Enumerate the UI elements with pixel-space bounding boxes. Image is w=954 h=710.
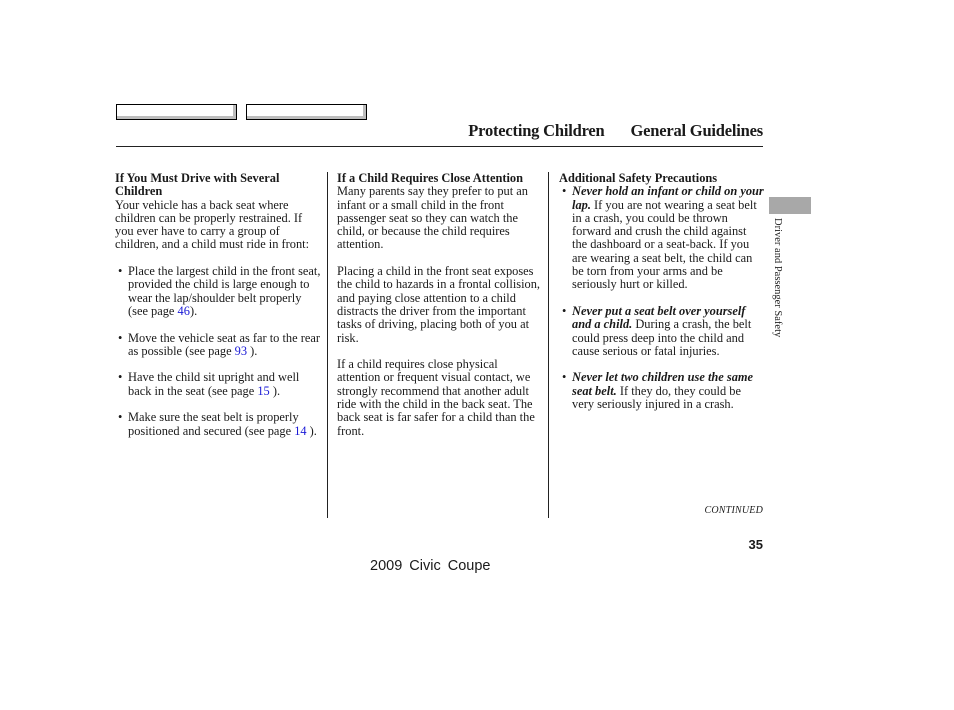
column-heading: If a Child Requires Close Attention xyxy=(337,171,523,185)
bullet-icon: • xyxy=(118,330,123,345)
bullet-icon: • xyxy=(118,370,123,385)
list-item: • Make sure the seat belt is properly po… xyxy=(118,410,317,438)
page-link[interactable]: 46 xyxy=(178,304,190,318)
header-rule xyxy=(116,146,763,147)
page-link[interactable]: 14 xyxy=(294,424,306,438)
page-link[interactable]: 93 xyxy=(235,344,247,358)
column-divider-2 xyxy=(548,172,549,518)
list-item: • Never hold an infant or child on your … xyxy=(562,184,764,292)
section-title: Protecting Children xyxy=(468,121,605,140)
column-several-children: If You Must Drive with Several Children … xyxy=(115,171,323,438)
page-link[interactable]: 15 xyxy=(257,384,269,398)
bullet-icon: • xyxy=(562,303,567,318)
section-tab-label: Driver and Passenger Safety xyxy=(772,218,783,338)
page-number: 35 xyxy=(748,537,763,552)
list-item: • Move the vehicle seat as far to the re… xyxy=(118,330,320,358)
column-close-attention: If a Child Requires Close Attention Many… xyxy=(337,171,543,438)
subsection-title: General Guidelines xyxy=(630,121,763,140)
bullet-icon: • xyxy=(562,184,567,199)
section-tab[interactable] xyxy=(769,197,811,214)
column-divider-1 xyxy=(327,172,328,518)
column-heading: Additional Safety Precautions xyxy=(559,171,718,185)
column-heading: If You Must Drive with Several Children xyxy=(115,171,280,199)
continued-label: CONTINUED xyxy=(704,505,763,516)
column-safety-precautions: Additional Safety Precautions • Never ho… xyxy=(559,171,764,412)
list-item: • Place the largest child in the front s… xyxy=(118,264,321,318)
page-header: Protecting Children General Guidelines xyxy=(468,121,763,141)
bullet-icon: • xyxy=(562,370,567,385)
bullet-icon: • xyxy=(118,264,123,279)
paragraph: If a child requires close physical atten… xyxy=(337,357,535,438)
footer-model: 2009 Civic Coupe xyxy=(370,558,491,574)
nav-box-2[interactable] xyxy=(246,104,367,120)
list-item: • Have the child sit upright and well ba… xyxy=(118,370,300,398)
paragraph: Many parents say they prefer to put an i… xyxy=(337,184,528,252)
paragraph: Placing a child in the front seat expose… xyxy=(337,264,541,345)
nav-box-1[interactable] xyxy=(116,104,237,120)
list-item: • Never put a seat belt over yourself an… xyxy=(562,303,752,358)
list-item: • Never let two children use the same se… xyxy=(562,370,754,412)
bullet-icon: • xyxy=(118,410,123,425)
intro-paragraph: Your vehicle has a back seat where child… xyxy=(115,197,310,252)
